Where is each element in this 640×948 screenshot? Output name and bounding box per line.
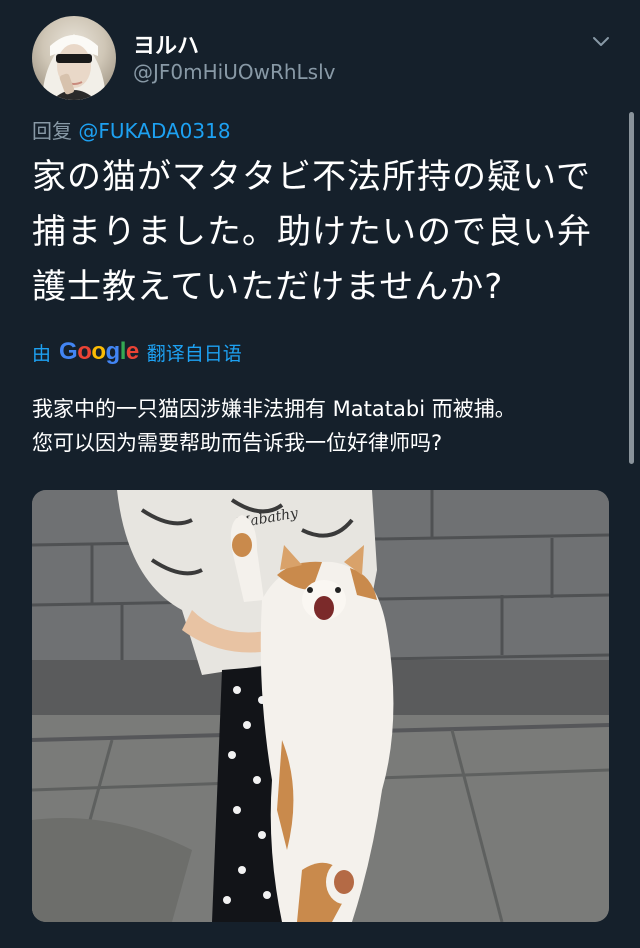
translate-attribution[interactable]: 由 Google 翻译自日语	[32, 338, 242, 366]
reply-prefix: 回复	[32, 119, 72, 143]
tweet-text-line: 家の猫がマタタビ不法所持の疑いで	[32, 157, 591, 197]
tweet-header: ヨルハ @JF0mHiUOwRhLslv	[0, 0, 640, 110]
tweet-text-line: 護士教えていただけませんか?	[32, 267, 504, 307]
google-logo: Google	[59, 338, 139, 365]
cat-held-up-photo: Mabathy	[32, 490, 609, 922]
translate-by-label: 由	[32, 342, 52, 365]
reply-mention-link[interactable]: @FUKADA0318	[78, 119, 230, 143]
avatar-2b-icon	[42, 34, 106, 100]
translated-text-line: 我家中的一只猫因涉嫌非法拥有 Matatabi 而被捕。	[32, 397, 516, 421]
reply-context: 回复 @FUKADA0318	[32, 115, 231, 144]
tweet-text: 家の猫がマタタビ不法所持の疑いで 捕まりました。助けたいので良い弁 護士教えてい…	[32, 150, 622, 315]
translated-text: 我家中的一只猫因涉嫌非法拥有 Matatabi 而被捕。 您可以因为需要帮助而告…	[32, 392, 622, 460]
avatar[interactable]	[32, 16, 116, 100]
chevron-down-icon[interactable]	[590, 30, 612, 52]
translate-action-label: 翻译自日语	[146, 342, 242, 365]
tweet-media-photo[interactable]: Mabathy	[32, 490, 609, 922]
translated-text-line: 您可以因为需要帮助而告诉我一位好律师吗?	[32, 431, 443, 455]
scrollbar[interactable]	[629, 112, 634, 464]
user-handle[interactable]: @JF0mHiUOwRhLslv	[133, 60, 335, 84]
display-name[interactable]: ヨルハ	[133, 28, 199, 60]
tweet-text-line: 捕まりました。助けたいので良い弁	[32, 212, 592, 252]
